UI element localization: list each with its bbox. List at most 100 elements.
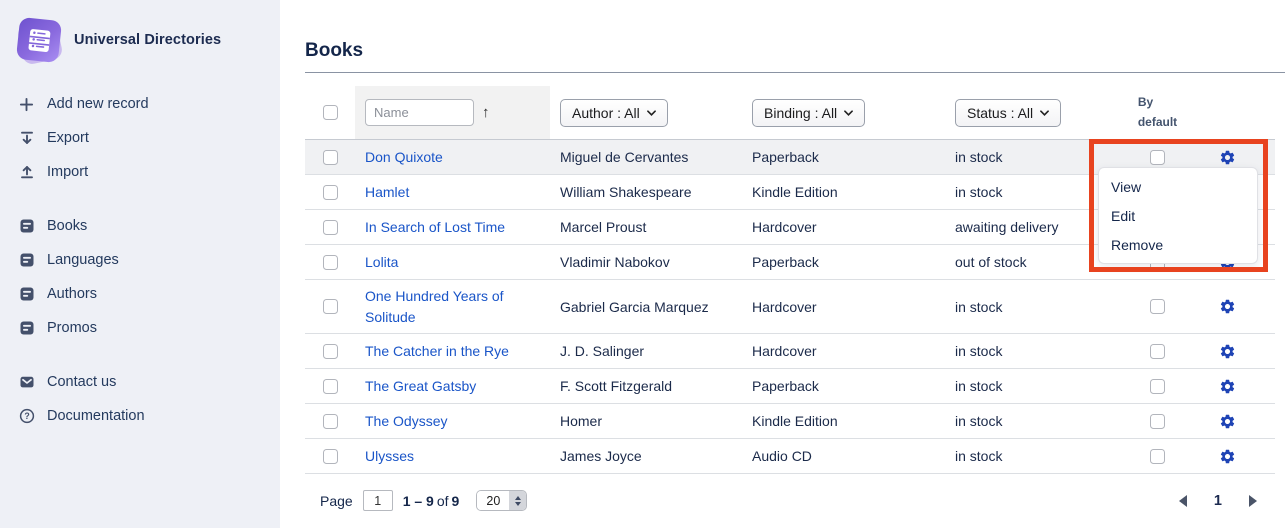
sidebar-item-import[interactable]: Import [0,155,280,189]
row-select-checkbox[interactable] [323,185,338,200]
by-default-checkbox[interactable] [1150,299,1165,314]
binding-cell: Audio CD [742,448,945,464]
table-row: The Catcher in the Rye J. D. Salinger Ha… [305,334,1275,369]
sidebar-item-add-new-record[interactable]: Add new record [0,87,280,121]
table-row: Ulysses James Joyce Audio CD in stock [305,439,1275,474]
sidebar-item-languages[interactable]: Languages [0,243,280,277]
sidebar-item-label: Languages [47,252,119,268]
main-content: Books ↑ Author : All Binding : All [280,0,1285,528]
binding-cell: Kindle Edition [742,184,945,200]
row-context-menu: View Edit Remove [1098,167,1258,264]
author-cell: Marcel Proust [550,219,742,235]
author-cell: Homer [550,413,742,429]
binding-cell: Paperback [742,378,945,394]
page-number-input[interactable] [363,490,393,511]
sidebar-item-authors[interactable]: Authors [0,277,280,311]
context-menu-remove[interactable]: Remove [1099,230,1257,259]
book-link[interactable]: Ulysses [365,446,414,466]
sidebar-item-contact-us[interactable]: Contact us [0,365,280,399]
sidebar-item-label: Export [47,130,89,146]
settings-gear-icon[interactable] [1219,448,1236,465]
author-cell: Vladimir Nabokov [550,254,742,270]
sidebar-item-books[interactable]: Books [0,209,280,243]
sidebar-item-documentation[interactable]: ? Documentation [0,399,280,433]
row-select-checkbox[interactable] [323,414,338,429]
sidebar: Universal Directories Add new record Exp… [0,0,280,528]
table-row: The Great Gatsby F. Scott Fitzgerald Pap… [305,369,1275,404]
settings-gear-icon[interactable] [1219,343,1236,360]
book-link[interactable]: Lolita [365,252,398,272]
author-filter-dropdown[interactable]: Author : All [560,99,668,127]
result-range: 1 – 9of9 [403,493,463,509]
sidebar-nav: Add new record Export Import Books [0,80,280,433]
context-menu-edit[interactable]: Edit [1099,201,1257,230]
sidebar-item-promos[interactable]: Promos [0,311,280,345]
author-cell: F. Scott Fitzgerald [550,378,742,394]
row-select-checkbox[interactable] [323,220,338,235]
sidebar-item-label: Books [47,218,87,234]
book-link[interactable]: Don Quixote [365,147,443,167]
by-default-checkbox[interactable] [1150,344,1165,359]
table-header-row: ↑ Author : All Binding : All Status : Al… [305,86,1275,140]
settings-gear-icon[interactable] [1219,149,1236,166]
settings-gear-icon[interactable] [1219,413,1236,430]
status-cell: in stock [945,448,1105,464]
previous-page-icon[interactable] [1179,495,1187,507]
status-cell: out of stock [945,254,1105,270]
page-size-stepper[interactable]: 20 [476,490,527,511]
sidebar-item-label: Add new record [47,96,149,112]
book-link[interactable]: The Odyssey [365,411,447,431]
binding-cell: Kindle Edition [742,413,945,429]
author-filter-cell: Author : All [550,99,742,127]
by-default-checkbox[interactable] [1150,379,1165,394]
book-link[interactable]: The Great Gatsby [365,376,476,396]
page-label: Page [320,493,353,509]
app-logo-icon [12,14,64,66]
sidebar-item-export[interactable]: Export [0,121,280,155]
table-row: The Odyssey Homer Kindle Edition in stoc… [305,404,1275,439]
status-cell: awaiting delivery [945,219,1105,235]
row-select-checkbox[interactable] [323,449,338,464]
pagination: 1 [1179,493,1275,509]
binding-filter-cell: Binding : All [742,99,945,127]
stepper-arrows-icon[interactable] [509,491,526,510]
author-cell: J. D. Salinger [550,343,742,359]
context-menu-view[interactable]: View [1099,172,1257,201]
status-cell: in stock [945,343,1105,359]
settings-gear-icon[interactable] [1219,378,1236,395]
row-select-checkbox[interactable] [323,344,338,359]
import-icon [18,164,35,181]
binding-filter-dropdown[interactable]: Binding : All [752,99,865,127]
settings-gear-icon[interactable] [1219,298,1236,315]
list-icon [18,218,35,235]
row-select-checkbox[interactable] [323,379,338,394]
author-cell: Gabriel Garcia Marquez [550,299,742,315]
book-link[interactable]: One Hundred Years of Solitude [365,286,540,327]
chevron-down-icon [647,110,656,116]
by-default-checkbox[interactable] [1150,414,1165,429]
status-cell: in stock [945,184,1105,200]
list-icon [18,286,35,303]
book-link[interactable]: Hamlet [365,182,409,202]
row-select-checkbox[interactable] [323,255,338,270]
chevron-down-icon [1040,110,1049,116]
sidebar-item-label: Import [47,164,88,180]
book-link[interactable]: The Catcher in the Rye [365,341,509,361]
next-page-icon[interactable] [1249,495,1257,507]
sidebar-item-label: Documentation [47,408,145,424]
select-all-checkbox[interactable] [323,105,338,120]
status-filter-cell: Status : All [945,99,1105,127]
status-filter-dropdown[interactable]: Status : All [955,99,1061,127]
binding-cell: Hardcover [742,299,945,315]
by-default-checkbox[interactable] [1150,449,1165,464]
book-link[interactable]: In Search of Lost Time [365,217,505,237]
name-filter-input[interactable] [365,99,474,126]
page-size-value: 20 [477,491,509,510]
by-default-checkbox[interactable] [1150,150,1165,165]
mail-icon [18,374,35,391]
select-all-cell [305,105,355,120]
current-page: 1 [1214,493,1222,509]
row-select-checkbox[interactable] [323,150,338,165]
sort-ascending-icon[interactable]: ↑ [482,104,490,121]
row-select-checkbox[interactable] [323,299,338,314]
